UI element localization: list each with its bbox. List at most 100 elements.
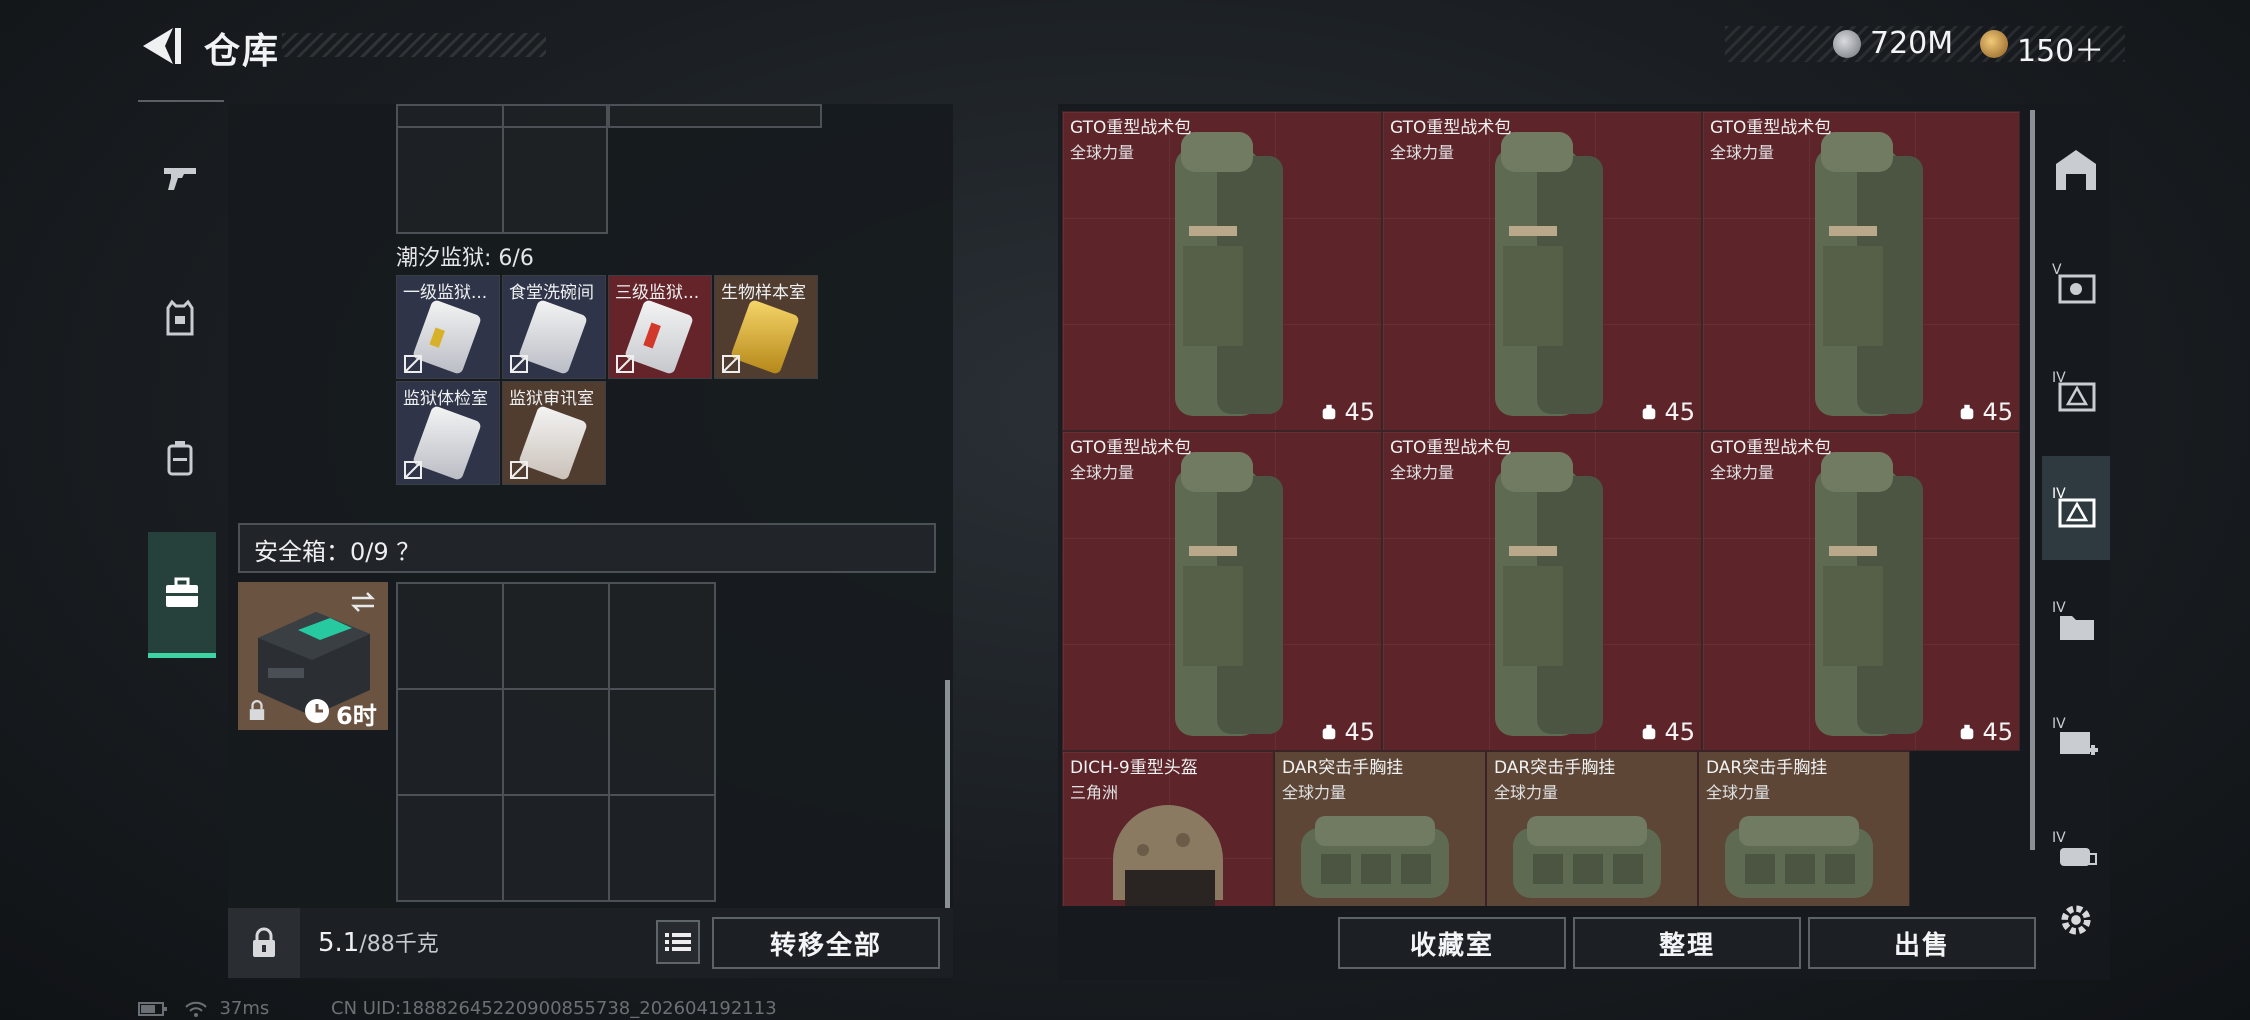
grid-line (502, 582, 504, 902)
stash-item[interactable]: GTO重型战术包 全球力量 45 (1062, 431, 1382, 751)
helmet-image (1113, 805, 1223, 906)
key-card[interactable]: 监狱审讯室 (502, 381, 606, 485)
capacity-value: 45 (1664, 398, 1695, 426)
weight-display: 5.1/88千克 (318, 926, 439, 958)
chest-rig-image (1301, 816, 1449, 898)
lock-icon (253, 927, 275, 957)
item-faction: 全球力量 (1070, 143, 1135, 162)
item-name: DAR突击手胸挂 (1494, 758, 1616, 778)
list-view-button[interactable] (656, 920, 700, 964)
item-faction: 全球力量 (1282, 783, 1347, 802)
tab-armor[interactable] (138, 268, 222, 368)
settings-gear-icon (2061, 905, 2091, 935)
stash-item[interactable]: GTO重型战术包 全球力量 45 (1382, 111, 1702, 431)
iv-tier-folder-icon: IV (2052, 600, 2094, 640)
item-name: GTO重型战术包 (1070, 118, 1192, 138)
stash-item[interactable]: DICH-9重型头盔 三角洲 (1062, 751, 1274, 906)
item-name: DICH-9重型头盔 (1070, 758, 1198, 778)
capacity-icon (1961, 404, 1974, 420)
stash-scrollbar[interactable] (2030, 110, 2035, 850)
stash-item[interactable]: GTO重型战术包 全球力量 45 (1062, 111, 1382, 431)
capacity-icon (1323, 404, 1336, 420)
no-trade-icon (404, 355, 422, 373)
key-label: 监狱体检室 (403, 389, 488, 409)
capacity-value: 45 (1344, 718, 1375, 746)
iv-tier-warning-active-icon: IV (2052, 486, 2096, 528)
iv-tier-medical-icon: IV (2052, 716, 2098, 755)
safe-box-grid[interactable] (396, 582, 716, 902)
sell-button[interactable]: 出售 (1808, 917, 2036, 969)
tab-backpack[interactable] (138, 408, 222, 508)
back-button[interactable] (135, 24, 183, 68)
lock-button[interactable] (228, 908, 300, 978)
stash-item[interactable]: GTO重型战术包 全球力量 45 (1382, 431, 1702, 751)
key-card[interactable]: 监狱体检室 (396, 381, 500, 485)
key-card[interactable]: 食堂洗碗间 (502, 275, 606, 379)
stash-item[interactable]: DAR突击手胸挂 全球力量 (1274, 751, 1486, 906)
item-capacity: 45 (1958, 718, 2013, 746)
item-faction: 全球力量 (1390, 463, 1455, 482)
stash-item[interactable]: GTO重型战术包 全球力量 45 (1702, 111, 2020, 431)
collection-room-button[interactable]: 收藏室 (1338, 917, 1566, 969)
item-capacity: 45 (1320, 718, 1375, 746)
transfer-all-button[interactable]: 转移全部 (712, 917, 940, 969)
key-card[interactable]: 生物样本室 (714, 275, 818, 379)
stash-item[interactable]: GTO重型战术包 全球力量 45 (1702, 431, 2020, 751)
rtab-iv-tier-b[interactable]: IV (2042, 456, 2110, 560)
tab-weapons[interactable] (138, 128, 222, 228)
item-faction: 全球力量 (1710, 463, 1775, 482)
chest-rig-image (1725, 816, 1873, 898)
grid-line (396, 126, 608, 128)
grid-line (396, 688, 716, 690)
organize-button[interactable]: 整理 (1573, 917, 1801, 969)
list-icon (665, 933, 691, 951)
pistol-icon (164, 168, 196, 190)
tactical-backpack-image (1815, 452, 1923, 736)
battery-icon (138, 1002, 167, 1016)
capacity-value: 45 (1982, 398, 2013, 426)
inventory-scrollbar[interactable] (945, 680, 950, 910)
item-faction: 全球力量 (1390, 143, 1455, 162)
rtab-storage-room[interactable] (2042, 118, 2110, 222)
no-trade-icon (510, 355, 528, 373)
status-bar: 37ms CN UID:18882645220900855738_2026041… (138, 998, 777, 1019)
tab-divider (138, 100, 224, 102)
back-arrow-icon (143, 28, 181, 64)
rtab-iv-tier-a[interactable]: IV (2042, 340, 2110, 444)
gold-coin-amount[interactable]: 150＋ (2017, 26, 2104, 70)
settings-button[interactable] (2042, 868, 2110, 972)
no-trade-icon (616, 355, 634, 373)
svg-text:IV: IV (2052, 830, 2066, 846)
armor-vest-icon (166, 299, 194, 336)
title-decoration (282, 33, 546, 57)
container-grid-top-right (608, 104, 822, 128)
item-capacity: 45 (1640, 398, 1695, 426)
stash-item[interactable]: DAR突击手胸挂 全球力量 (1486, 751, 1698, 906)
uid-text: CN UID:18882645220900855738_202604192113 (331, 998, 777, 1019)
v-tier-filter-icon: V (2052, 262, 2096, 304)
key-label: 三级监狱... (615, 283, 700, 303)
capacity-value: 45 (1982, 718, 2013, 746)
rtab-v-tier[interactable]: V (2042, 232, 2110, 336)
iv-tier-warning-icon: IV (2052, 370, 2096, 412)
item-name: DAR突击手胸挂 (1706, 758, 1828, 778)
key-label: 一级监狱... (403, 283, 488, 303)
clock-icon (305, 699, 329, 723)
page-title: 仓库 (204, 31, 281, 72)
stash-item[interactable]: DAR突击手胸挂 全球力量 (1698, 751, 1910, 906)
swap-icon[interactable] (348, 590, 378, 614)
tab-toolbox[interactable] (148, 532, 216, 658)
key-card[interactable]: 三级监狱... (608, 275, 712, 379)
capacity-icon (1961, 724, 1974, 740)
tactical-backpack-image (1175, 132, 1283, 416)
ping-value: 37ms (219, 998, 270, 1019)
key-label: 生物样本室 (721, 283, 806, 303)
key-section-title: 潮汐监狱: 6/6 (396, 246, 534, 271)
key-label: 食堂洗碗间 (509, 283, 594, 303)
key-card[interactable]: 一级监狱... (396, 275, 500, 379)
capacity-icon (1643, 404, 1656, 420)
rtab-iv-tier-d[interactable]: IV (2042, 686, 2110, 790)
rtab-iv-tier-c[interactable]: IV (2042, 570, 2110, 674)
safe-box-label[interactable]: 安全箱：0/9 ？ (254, 532, 420, 567)
capacity-value: 45 (1664, 718, 1695, 746)
